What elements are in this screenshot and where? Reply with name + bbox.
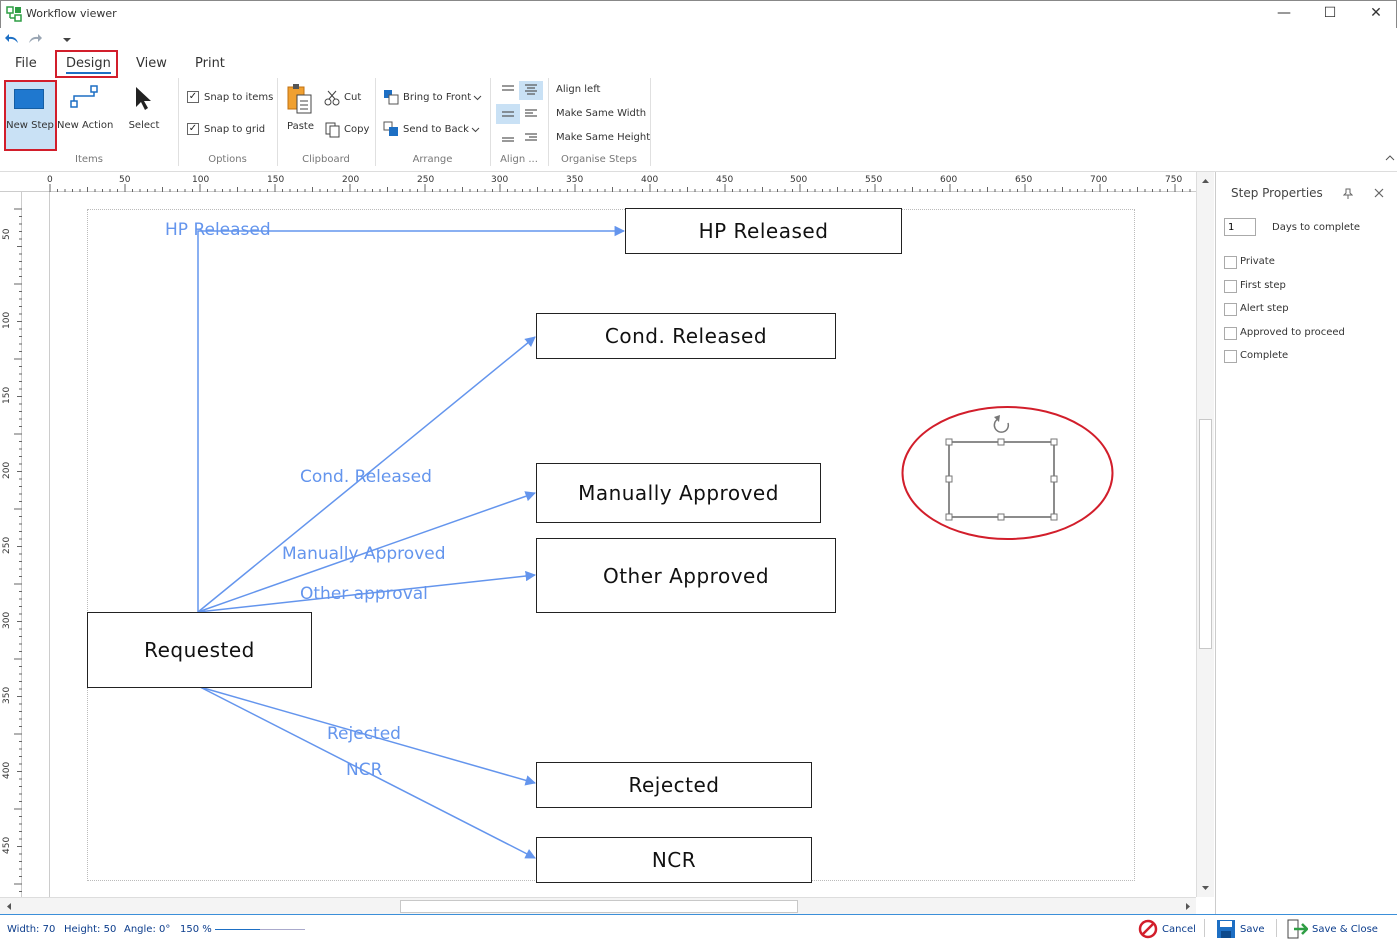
new-step-box[interactable] xyxy=(948,441,1055,518)
step-label: Requested xyxy=(144,638,255,662)
scroll-up-icon[interactable] xyxy=(1201,178,1210,184)
private-checkbox[interactable] xyxy=(1224,256,1237,269)
properties-title: Step Properties xyxy=(1231,186,1323,200)
close-panel-icon[interactable] xyxy=(1374,188,1384,198)
rotate-handle-icon[interactable] xyxy=(993,415,1010,433)
action-label-manually-approved[interactable]: Manually Approved xyxy=(282,544,446,564)
alert-step-checkbox[interactable] xyxy=(1224,303,1237,316)
private-label: Private xyxy=(1240,256,1275,267)
action-label-ncr[interactable]: NCR xyxy=(346,760,382,780)
step-label: Rejected xyxy=(628,773,720,797)
approved-to-proceed-label: Approved to proceed xyxy=(1240,327,1345,338)
complete-checkbox[interactable] xyxy=(1224,350,1237,363)
save-close-icon xyxy=(1287,919,1308,939)
cancel-icon xyxy=(1138,919,1158,939)
save-close-label: Save & Close xyxy=(1312,923,1378,935)
scroll-right-icon[interactable] xyxy=(1185,902,1191,911)
action-label-other-approval[interactable]: Other approval xyxy=(300,584,428,604)
first-step-checkbox[interactable] xyxy=(1224,280,1237,293)
first-step-label: First step xyxy=(1240,280,1286,291)
save-button[interactable]: Save xyxy=(1216,919,1265,939)
step-label: Manually Approved xyxy=(578,481,779,505)
complete-label: Complete xyxy=(1240,350,1289,361)
save-label: Save xyxy=(1240,923,1265,935)
scroll-down-icon[interactable] xyxy=(1201,885,1210,891)
days-to-complete-input[interactable] xyxy=(1224,218,1256,236)
step-label: HP Released xyxy=(698,219,829,243)
step-hp-released[interactable]: HP Released xyxy=(625,208,902,254)
save-icon xyxy=(1217,920,1235,938)
zoom-slider-fill xyxy=(215,929,260,930)
separator xyxy=(1276,919,1277,937)
horizontal-scroll-thumb[interactable] xyxy=(400,900,798,913)
save-and-close-button[interactable]: Save & Close xyxy=(1286,919,1378,939)
angle-readout: Angle: 0° xyxy=(124,924,171,935)
step-label: Other Approved xyxy=(602,563,770,588)
action-label-cond-released[interactable]: Cond. Released xyxy=(300,467,432,487)
cancel-button[interactable]: Cancel xyxy=(1138,919,1196,939)
step-label: NCR xyxy=(651,848,697,872)
step-rejected[interactable]: Rejected xyxy=(536,762,812,808)
alert-step-label: Alert step xyxy=(1240,303,1289,314)
step-requested[interactable]: Requested xyxy=(87,612,312,688)
approved-to-proceed-checkbox[interactable] xyxy=(1224,327,1237,340)
days-to-complete-label: Days to complete xyxy=(1272,222,1361,233)
width-readout: Width: 70 xyxy=(7,924,56,935)
pin-icon[interactable] xyxy=(1343,188,1353,200)
step-manually-approved[interactable]: Manually Approved xyxy=(536,463,821,523)
step-label: Cond. Released xyxy=(604,324,768,348)
action-label-rejected[interactable]: Rejected xyxy=(327,724,401,744)
step-other-approved[interactable]: Other Approved xyxy=(536,538,836,613)
zoom-readout: 150 % xyxy=(180,924,212,935)
separator xyxy=(1204,919,1205,937)
action-label-hp-released[interactable]: HP Released xyxy=(165,220,271,240)
horizontal-scrollbar[interactable] xyxy=(0,897,1196,914)
vertical-scrollbar[interactable] xyxy=(1196,172,1214,897)
step-ncr[interactable]: NCR xyxy=(536,837,812,883)
zoom-slider-track[interactable] xyxy=(215,929,305,930)
new-step-selection[interactable] xyxy=(900,405,1116,545)
scroll-left-icon[interactable] xyxy=(6,902,12,911)
step-cond-released[interactable]: Cond. Released xyxy=(536,313,836,359)
height-readout: Height: 50 xyxy=(64,924,117,935)
status-bar: Width: 70 Height: 50 Angle: 0° 150 % Can… xyxy=(0,914,1397,940)
vertical-scroll-thumb[interactable] xyxy=(1199,419,1212,649)
cancel-label: Cancel xyxy=(1162,923,1196,935)
step-properties-panel: Step Properties Days to complete Private… xyxy=(1215,172,1397,914)
